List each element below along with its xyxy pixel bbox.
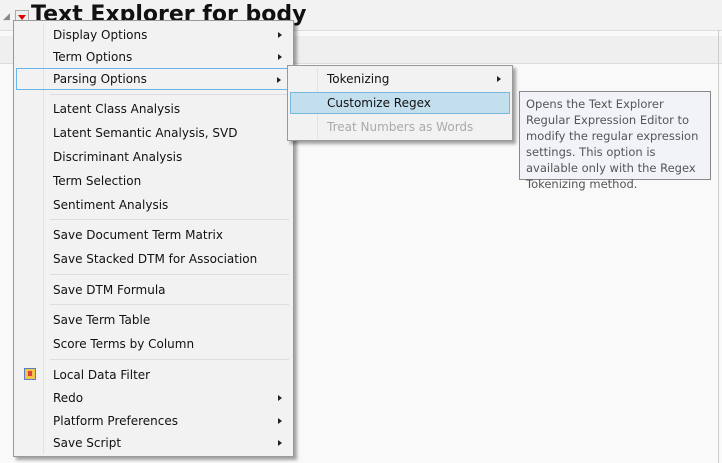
menu-separator — [50, 359, 289, 360]
menu-item-sentiment-analysis[interactable]: Sentiment Analysis — [16, 194, 291, 216]
parsing-options-submenu: Tokenizing Customize Regex Treat Numbers a… — [287, 65, 513, 141]
menu-item-term-options[interactable]: Term Options — [16, 46, 291, 68]
menu-item-label: Customize Regex — [327, 96, 431, 110]
menu-item-save-document-term-matrix[interactable]: Save Document Term Matrix — [16, 224, 291, 246]
menu-item-local-data-filter[interactable]: Local Data Filter — [16, 364, 291, 386]
menu-item-parsing-options[interactable]: Parsing Options — [16, 68, 291, 90]
menu-item-customize-regex[interactable]: Customize Regex — [290, 92, 510, 114]
submenu-arrow-icon — [497, 76, 501, 82]
menu-item-latent-class-analysis[interactable]: Latent Class Analysis — [16, 98, 291, 120]
menu-item-label: Latent Class Analysis — [53, 102, 181, 116]
menu-item-redo[interactable]: Redo — [16, 387, 291, 409]
menu-item-label: Display Options — [53, 28, 148, 42]
menu-item-label: Treat Numbers as Words — [327, 120, 474, 134]
submenu-arrow-icon — [278, 395, 282, 401]
menu-item-discriminant-analysis[interactable]: Discriminant Analysis — [16, 146, 291, 168]
menu-item-label: Tokenizing — [327, 72, 390, 86]
menu-item-label: Term Selection — [53, 174, 142, 188]
menu-item-label: Save Script — [53, 436, 122, 450]
menu-item-save-dtm-formula[interactable]: Save DTM Formula — [16, 279, 291, 301]
menu-item-label: Latent Semantic Analysis, SVD — [53, 126, 238, 140]
filter-icon — [24, 368, 36, 380]
menu-item-label: Discriminant Analysis — [53, 150, 183, 164]
menu-item-save-script[interactable]: Save Script — [16, 432, 291, 454]
divider — [718, 30, 719, 463]
menu-item-label: Save Stacked DTM for Association — [53, 252, 258, 266]
menu-item-label: Sentiment Analysis — [53, 198, 169, 212]
disclosure-triangle-icon[interactable]: ◢ — [3, 12, 10, 22]
menu-separator — [50, 304, 289, 305]
menu-item-save-term-table[interactable]: Save Term Table — [16, 309, 291, 331]
submenu-arrow-icon — [278, 54, 282, 60]
submenu-arrow-icon — [278, 418, 282, 424]
menu-item-latent-semantic-analysis-svd[interactable]: Latent Semantic Analysis, SVD — [16, 122, 291, 144]
menu-separator — [50, 219, 289, 220]
menu-item-label: Save DTM Formula — [53, 283, 166, 297]
menu-item-label: Save Document Term Matrix — [53, 228, 223, 242]
menu-item-platform-preferences[interactable]: Platform Preferences — [16, 410, 291, 432]
menu-item-term-selection[interactable]: Term Selection — [16, 170, 291, 192]
tooltip: Opens the Text Explorer Regular Expressi… — [519, 91, 711, 191]
menu-item-label: Save Term Table — [53, 313, 151, 327]
menu-item-label: Redo — [53, 391, 84, 405]
submenu-arrow-icon — [278, 440, 282, 446]
submenu-arrow-icon — [277, 77, 281, 83]
submenu-arrow-icon — [278, 32, 282, 38]
menu-item-treat-numbers-as-words: Treat Numbers as Words — [290, 116, 510, 138]
menu-item-save-stacked-dtm-for-association[interactable]: Save Stacked DTM for Association — [16, 248, 291, 270]
menu-item-label: Parsing Options — [53, 72, 147, 86]
menu-item-score-terms-by-column[interactable]: Score Terms by Column — [16, 333, 291, 355]
menu-separator — [50, 94, 289, 95]
menu-item-label: Local Data Filter — [53, 368, 151, 382]
menu-item-label: Score Terms by Column — [53, 337, 195, 351]
menu-separator — [50, 274, 289, 275]
menu-item-display-options[interactable]: Display Options — [16, 24, 291, 46]
menu-item-tokenizing[interactable]: Tokenizing — [290, 68, 510, 90]
menu-item-label: Platform Preferences — [53, 414, 178, 428]
menu-item-label: Term Options — [53, 50, 133, 64]
context-menu: Display Options Term Options Parsing Optio… — [13, 20, 294, 457]
